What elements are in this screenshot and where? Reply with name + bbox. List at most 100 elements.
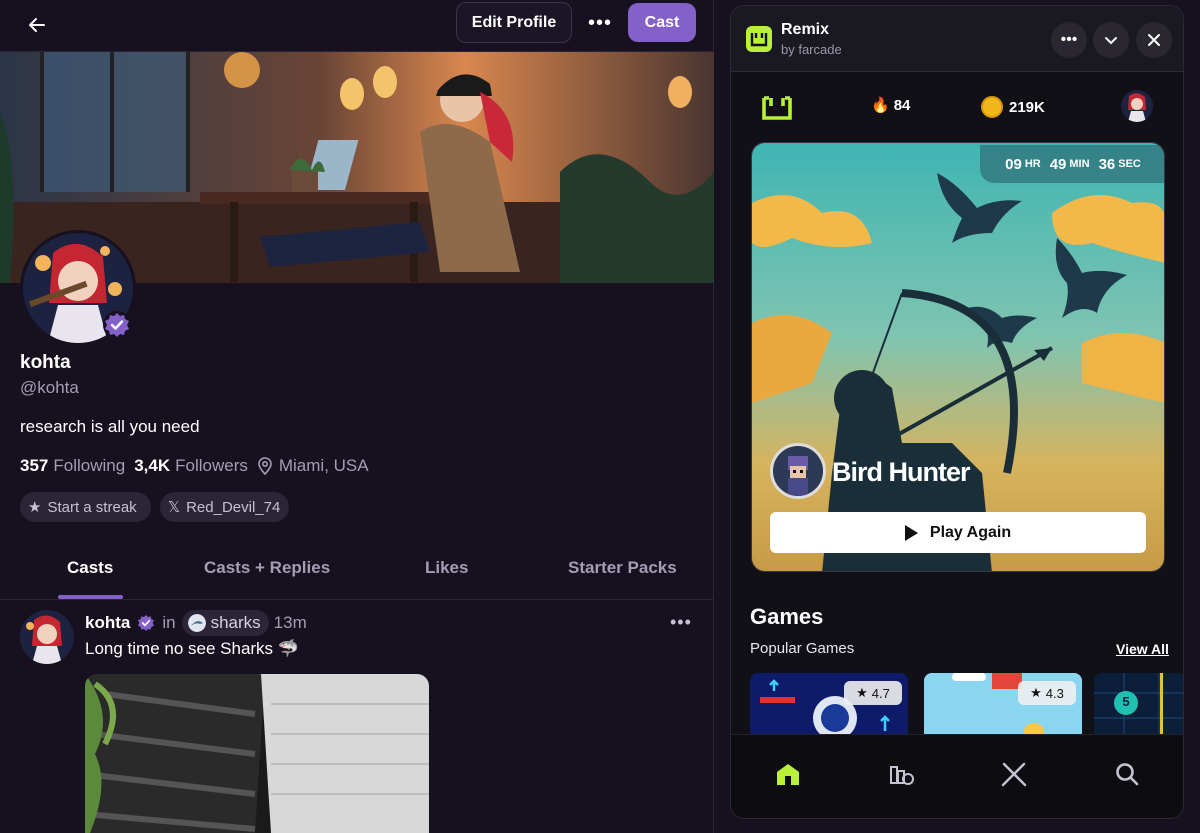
coin-balance[interactable]: 219K [981, 96, 1045, 118]
miniapp-panel: Remix by farcade ••• 🔥 84 219K 09 HR 49 … [730, 5, 1184, 819]
rating-value: 4.3 [1045, 685, 1064, 701]
start-streak-chip[interactable]: ★ Start a streak [20, 492, 151, 522]
channel-name: sharks [210, 613, 261, 632]
miniapp-bottom-nav [731, 734, 1183, 818]
followers-label: Followers [175, 456, 248, 475]
more-options-button[interactable]: ••• [582, 8, 618, 38]
post-author-avatar[interactable] [20, 610, 74, 664]
battle-icon [1001, 762, 1027, 787]
shark-channel-icon [187, 614, 206, 632]
post-header: kohta in sharks 13m [85, 610, 307, 636]
timer-seconds: 36 [1098, 155, 1116, 173]
followers-stat[interactable]: 3,4K Followers [134, 456, 248, 476]
channel-chip[interactable]: sharks [181, 610, 269, 636]
popular-games-label: Popular Games [750, 640, 855, 657]
user-avatar[interactable] [1121, 90, 1153, 122]
games-heading: Games [750, 604, 824, 629]
more-dots-icon: ••• [1060, 31, 1078, 48]
post-more-button[interactable]: ••• [670, 612, 692, 633]
chevron-down-icon [1105, 37, 1117, 45]
post-text: Long time no see Sharks 🦈 [85, 639, 299, 658]
post-timestamp: 13m [273, 613, 307, 632]
back-button[interactable] [22, 10, 52, 40]
fire-icon: 🔥 [871, 97, 890, 114]
location-pin-icon [258, 457, 272, 475]
nav-leaderboard[interactable] [886, 759, 916, 789]
streak-counter[interactable]: 🔥 84 [871, 96, 911, 115]
game-rating: ★ 4.3 [1018, 681, 1076, 705]
streak-value: 84 [893, 96, 911, 114]
verified-badge-icon [138, 615, 155, 631]
game-title: Bird Hunter [832, 457, 970, 487]
profile-stats: 357 Following 3,4K Followers Miami, USA [20, 456, 378, 476]
verified-badge-icon [103, 311, 131, 339]
profile-bio: research is all you need [20, 417, 200, 436]
search-icon [1116, 763, 1139, 786]
miniapp-subtitle: by farcade [781, 42, 842, 57]
followers-count: 3,4K [134, 456, 171, 475]
timer-hours: 09 [1005, 155, 1022, 173]
tab-starter-packs[interactable]: Starter Packs [568, 558, 677, 578]
profile-topbar: Edit Profile ••• Cast [0, 0, 714, 52]
home-icon [777, 764, 799, 785]
post-author-name[interactable]: kohta [85, 613, 130, 633]
play-icon [904, 524, 918, 541]
rating-value: 4.7 [871, 685, 890, 701]
location-text: Miami, USA [278, 456, 369, 475]
star-icon: ★ [28, 499, 42, 516]
coin-icon [981, 96, 1003, 118]
tab-likes[interactable]: Likes [425, 558, 468, 578]
tab-casts-replies[interactable]: Casts + Replies [204, 558, 330, 578]
game-thumbnail[interactable]: ★ 4.3 [924, 673, 1082, 743]
timer-minutes: 49 [1049, 155, 1067, 173]
following-count: 357 [20, 456, 49, 475]
following-label: Following [53, 456, 126, 475]
active-tab-indicator [58, 595, 123, 599]
x-logo-icon: 𝕏 [168, 499, 181, 516]
coin-value: 219K [1009, 98, 1045, 116]
featured-game-card[interactable]: 09 HR 49 MIN 36 SEC Bird Hunter Play Again [751, 142, 1165, 572]
miniapp-collapse-button[interactable] [1093, 22, 1129, 58]
nav-home[interactable] [773, 759, 803, 789]
x-account-label: Red_Devil_74 [186, 498, 281, 516]
timer-minutes-unit: MIN [1069, 158, 1090, 170]
game-rating: ★ 4.7 [844, 681, 902, 705]
star-icon: ★ [1030, 685, 1042, 700]
start-streak-label: Start a streak [47, 498, 137, 516]
profile-pane: Edit Profile ••• Cast kohta @kohta resea… [0, 0, 714, 833]
post-in-label: in [162, 613, 176, 632]
post-image[interactable] [85, 674, 429, 833]
game-thumbnail[interactable]: ★ 4.7 [750, 673, 908, 743]
profile-tabs: Casts Casts + Replies Likes Starter Pack… [0, 548, 714, 600]
timer-hours-unit: HR [1024, 158, 1041, 170]
game-thumbnail[interactable]: 5 [1094, 673, 1183, 743]
close-icon [1148, 34, 1160, 46]
miniapp-close-button[interactable] [1136, 22, 1172, 58]
profile-name: kohta [20, 352, 71, 373]
remix-brand-icon[interactable] [761, 92, 793, 124]
miniapp-stat-row: 🔥 84 219K [731, 72, 1183, 138]
profile-handle: @kohta [20, 378, 79, 397]
remix-logo-icon [746, 26, 772, 52]
tab-casts[interactable]: Casts [67, 558, 113, 578]
miniapp-title: Remix [781, 21, 830, 38]
game-creator-avatar[interactable] [770, 443, 826, 499]
star-icon: ★ [856, 685, 868, 700]
game-level-badge: 5 [1122, 694, 1130, 709]
cast-button[interactable]: Cast [628, 3, 696, 42]
arrow-left-icon [29, 18, 45, 32]
nav-battle[interactable] [999, 759, 1029, 789]
following-stat[interactable]: 357 Following [20, 456, 125, 476]
play-again-label: Play Again [929, 523, 1012, 541]
miniapp-header: Remix by farcade ••• [731, 6, 1183, 72]
location-stat: Miami, USA [257, 456, 369, 476]
play-again-button[interactable]: Play Again [770, 512, 1146, 553]
leaderboard-icon [890, 766, 914, 785]
edit-profile-button[interactable]: Edit Profile [456, 2, 572, 43]
miniapp-more-button[interactable]: ••• [1051, 22, 1087, 58]
view-all-link[interactable]: View All [1116, 641, 1169, 657]
x-account-chip[interactable]: 𝕏 Red_Devil_74 [160, 492, 289, 522]
nav-search[interactable] [1112, 759, 1142, 789]
timer-seconds-unit: SEC [1118, 158, 1141, 170]
countdown-timer: 09 HR 49 MIN 36 SEC [980, 145, 1164, 183]
